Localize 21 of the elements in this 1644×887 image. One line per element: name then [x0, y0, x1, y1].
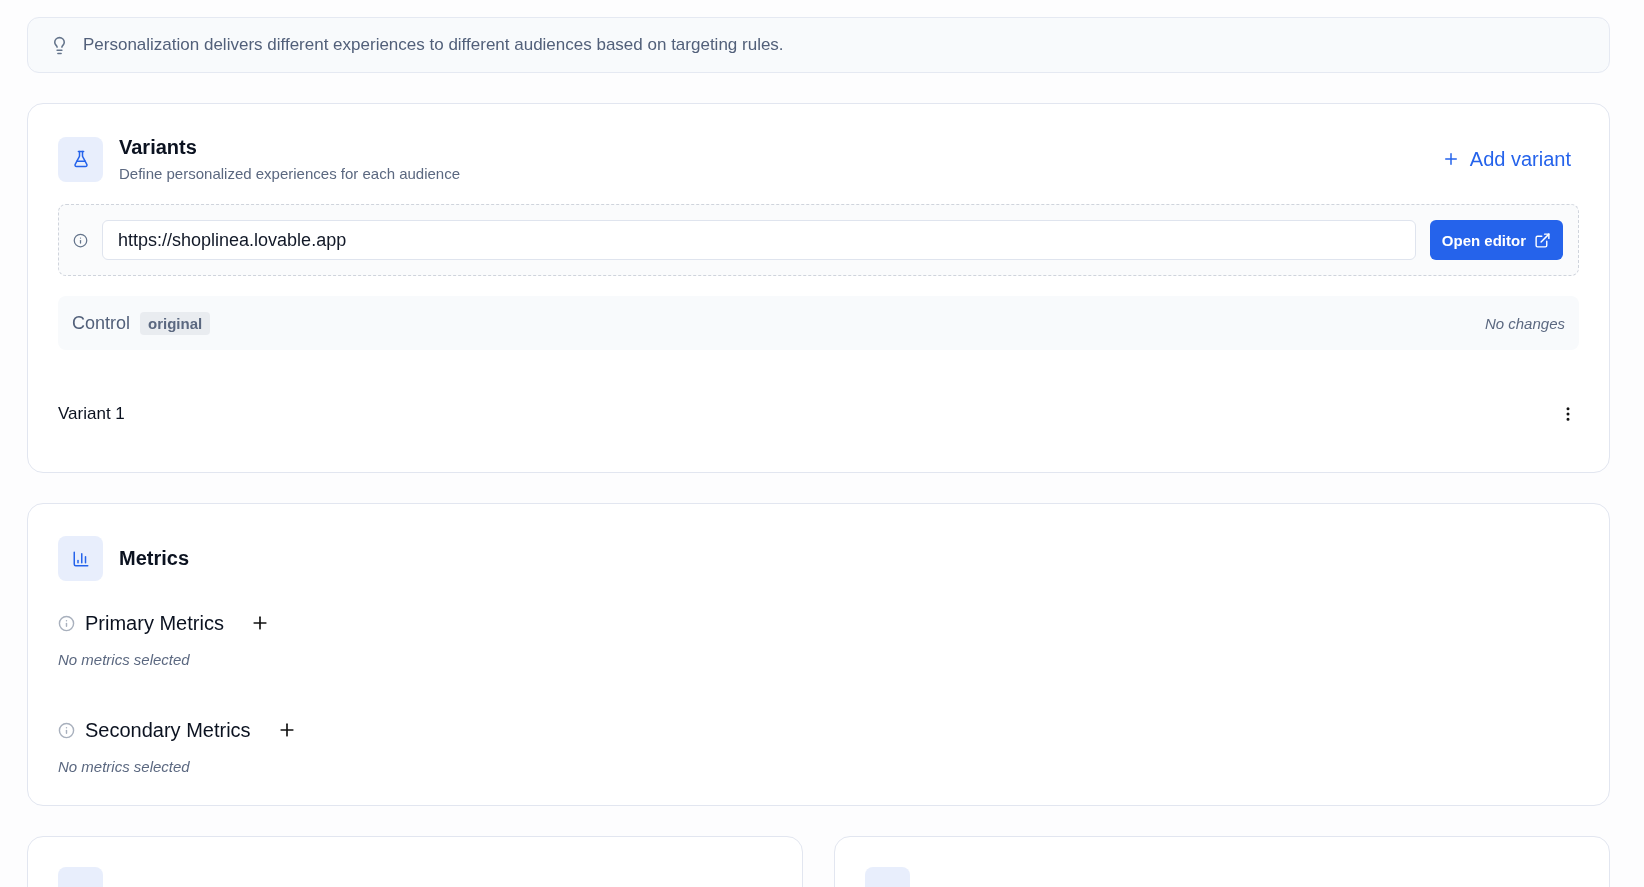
- flask-icon: [58, 136, 103, 182]
- info-icon: [58, 721, 75, 739]
- add-variant-button[interactable]: Add variant: [1441, 147, 1571, 171]
- empty-text: No metrics selected: [58, 758, 191, 775]
- section-title: Variants: [119, 136, 198, 159]
- tip-text: Personalization delivers different experiences to different audiences based on targeting rules.: [83, 35, 784, 55]
- open-editor-button[interactable]: Open editor: [1429, 220, 1563, 260]
- bar-chart-icon: [58, 536, 103, 581]
- metrics-group-title: Primary Metrics: [85, 611, 224, 635]
- empty-text: No metrics selected: [58, 651, 191, 668]
- variant-name: Variant 1: [58, 404, 125, 424]
- external-link-icon: [1534, 231, 1551, 249]
- section-title: Metrics: [119, 547, 190, 570]
- info-icon: [58, 614, 75, 632]
- url-field[interactable]: https://shoplinea.lovable.app: [102, 220, 1416, 260]
- metrics-group-title: Secondary Metrics: [85, 718, 251, 742]
- section-subtitle: Define personalized experiences for each audience: [119, 165, 462, 182]
- info-icon: [73, 232, 88, 248]
- original-badge: original: [140, 311, 211, 335]
- status-text: No changes: [1484, 314, 1565, 332]
- control-label: Control: [72, 312, 131, 334]
